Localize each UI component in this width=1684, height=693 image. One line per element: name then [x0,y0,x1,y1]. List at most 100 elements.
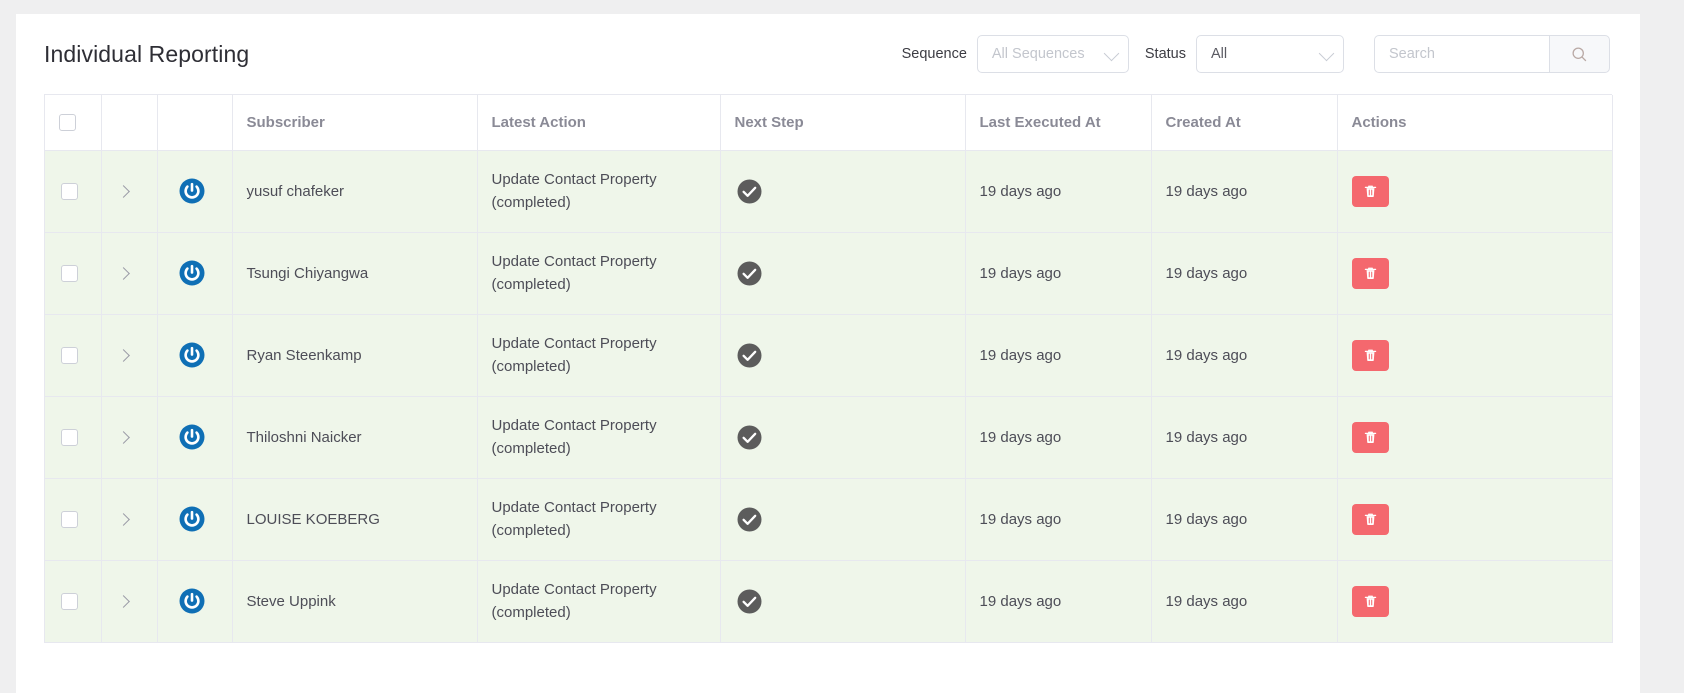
cell-subscriber: Ryan Steenkamp [232,314,478,397]
delete-row-button[interactable] [1351,339,1389,371]
row-expand-cell [101,560,158,643]
power-icon [179,506,204,532]
reporting-table: Subscriber Latest Action Next Step Last … [45,95,1613,643]
row-status-icon-cell [157,478,233,561]
cell-last-executed-at: 19 days ago [965,150,1152,233]
table-header-row: Subscriber Latest Action Next Step Last … [45,95,1613,151]
cell-next-step [720,396,966,479]
power-icon [179,424,204,450]
header-actions: Actions [1337,95,1613,151]
check-circle-icon [737,507,761,531]
row-checkbox[interactable] [61,182,78,200]
cell-latest-action: Update Contact Property (completed) [477,478,721,561]
header-last-executed-at: Last Executed At [965,95,1152,151]
chevron-right-icon[interactable] [116,430,130,444]
cell-latest-action: Update Contact Property (completed) [477,232,721,315]
table-row: yusuf chafeker Update Contact Property (c… [45,150,1613,233]
row-checkbox[interactable] [61,428,78,446]
cell-latest-action: Update Contact Property (completed) [477,396,721,479]
search-icon [1572,46,1587,61]
table-body: yusuf chafeker Update Contact Property (c… [45,150,1613,643]
status-select[interactable]: All [1196,35,1344,73]
status-label: Status [1144,46,1186,62]
row-select-cell [45,232,102,315]
sequence-label: Sequence [901,46,967,62]
cell-last-executed-at: 19 days ago [965,560,1152,643]
header-subscriber: Subscriber [232,95,478,151]
page-root: Individual Reporting Sequence All Sequen… [0,0,1684,693]
check-circle-icon [737,589,761,613]
row-checkbox[interactable] [61,592,78,610]
row-expand-cell [101,150,158,233]
chevron-right-icon[interactable] [116,184,130,198]
chevron-right-icon[interactable] [116,594,130,608]
row-checkbox[interactable] [61,264,78,282]
select-all-checkbox[interactable] [59,113,76,131]
row-select-cell [45,396,102,479]
cell-next-step [720,478,966,561]
table-row: Tsungi Chiyangwa Update Contact Property … [45,232,1613,315]
cell-last-executed-at: 19 days ago [965,232,1152,315]
cell-subscriber: Steve Uppink [232,560,478,643]
cell-created-at: 19 days ago [1151,232,1338,315]
row-status-icon-cell [157,560,233,643]
row-select-cell [45,560,102,643]
check-circle-icon [737,343,761,367]
power-icon [179,260,204,286]
delete-row-button[interactable] [1351,503,1389,535]
page-title: Individual Reporting [44,40,250,67]
delete-row-button[interactable] [1351,421,1389,453]
check-circle-icon [737,179,761,203]
chevron-right-icon[interactable] [116,348,130,362]
cell-next-step [720,232,966,315]
row-status-icon-cell [157,150,233,233]
trash-icon [1364,349,1376,361]
delete-row-button[interactable] [1351,585,1389,617]
trash-icon [1364,431,1376,443]
cell-actions [1337,314,1613,397]
cell-created-at: 19 days ago [1151,150,1338,233]
cell-created-at: 19 days ago [1151,396,1338,479]
trash-icon [1364,595,1376,607]
search-input[interactable] [1374,35,1549,73]
cell-latest-action: Update Contact Property (completed) [477,560,721,643]
chevron-down-icon [1318,45,1335,62]
sequence-select[interactable]: All Sequences [976,35,1129,73]
delete-row-button[interactable] [1351,257,1389,289]
row-select-cell [45,478,102,561]
cell-latest-action: Update Contact Property (completed) [477,150,721,233]
cell-actions [1337,232,1613,315]
cell-actions [1337,396,1613,479]
chevron-right-icon[interactable] [116,512,130,526]
row-checkbox[interactable] [61,510,78,528]
status-select-value: All [1211,46,1228,62]
cell-next-step [720,150,966,233]
row-checkbox[interactable] [61,346,78,364]
reporting-card: Individual Reporting Sequence All Sequen… [16,14,1640,693]
table-row: Thiloshni Naicker Update Contact Property… [45,396,1613,479]
row-status-icon-cell [157,396,233,479]
search-group [1374,35,1610,73]
cell-last-executed-at: 19 days ago [965,396,1152,479]
table-row: LOUISE KOEBERG Update Contact Property (c… [45,478,1613,561]
row-expand-cell [101,478,158,561]
check-circle-icon [737,425,761,449]
power-icon [179,588,204,614]
header-next-step: Next Step [720,95,966,151]
table-row: Ryan Steenkamp Update Contact Property (c… [45,314,1613,397]
header-expand [101,95,158,151]
header-select-all [45,95,102,151]
chevron-right-icon[interactable] [116,266,130,280]
search-button[interactable] [1549,35,1610,73]
row-expand-cell [101,232,158,315]
cell-subscriber: Thiloshni Naicker [232,396,478,479]
cell-last-executed-at: 19 days ago [965,314,1152,397]
trash-icon [1364,185,1376,197]
trash-icon [1364,267,1376,279]
cell-created-at: 19 days ago [1151,560,1338,643]
delete-row-button[interactable] [1351,175,1389,207]
row-expand-cell [101,396,158,479]
table-head: Subscriber Latest Action Next Step Last … [45,95,1613,151]
reporting-table-wrapper: Subscriber Latest Action Next Step Last … [44,94,1613,643]
card-header: Individual Reporting Sequence All Sequen… [16,14,1640,94]
